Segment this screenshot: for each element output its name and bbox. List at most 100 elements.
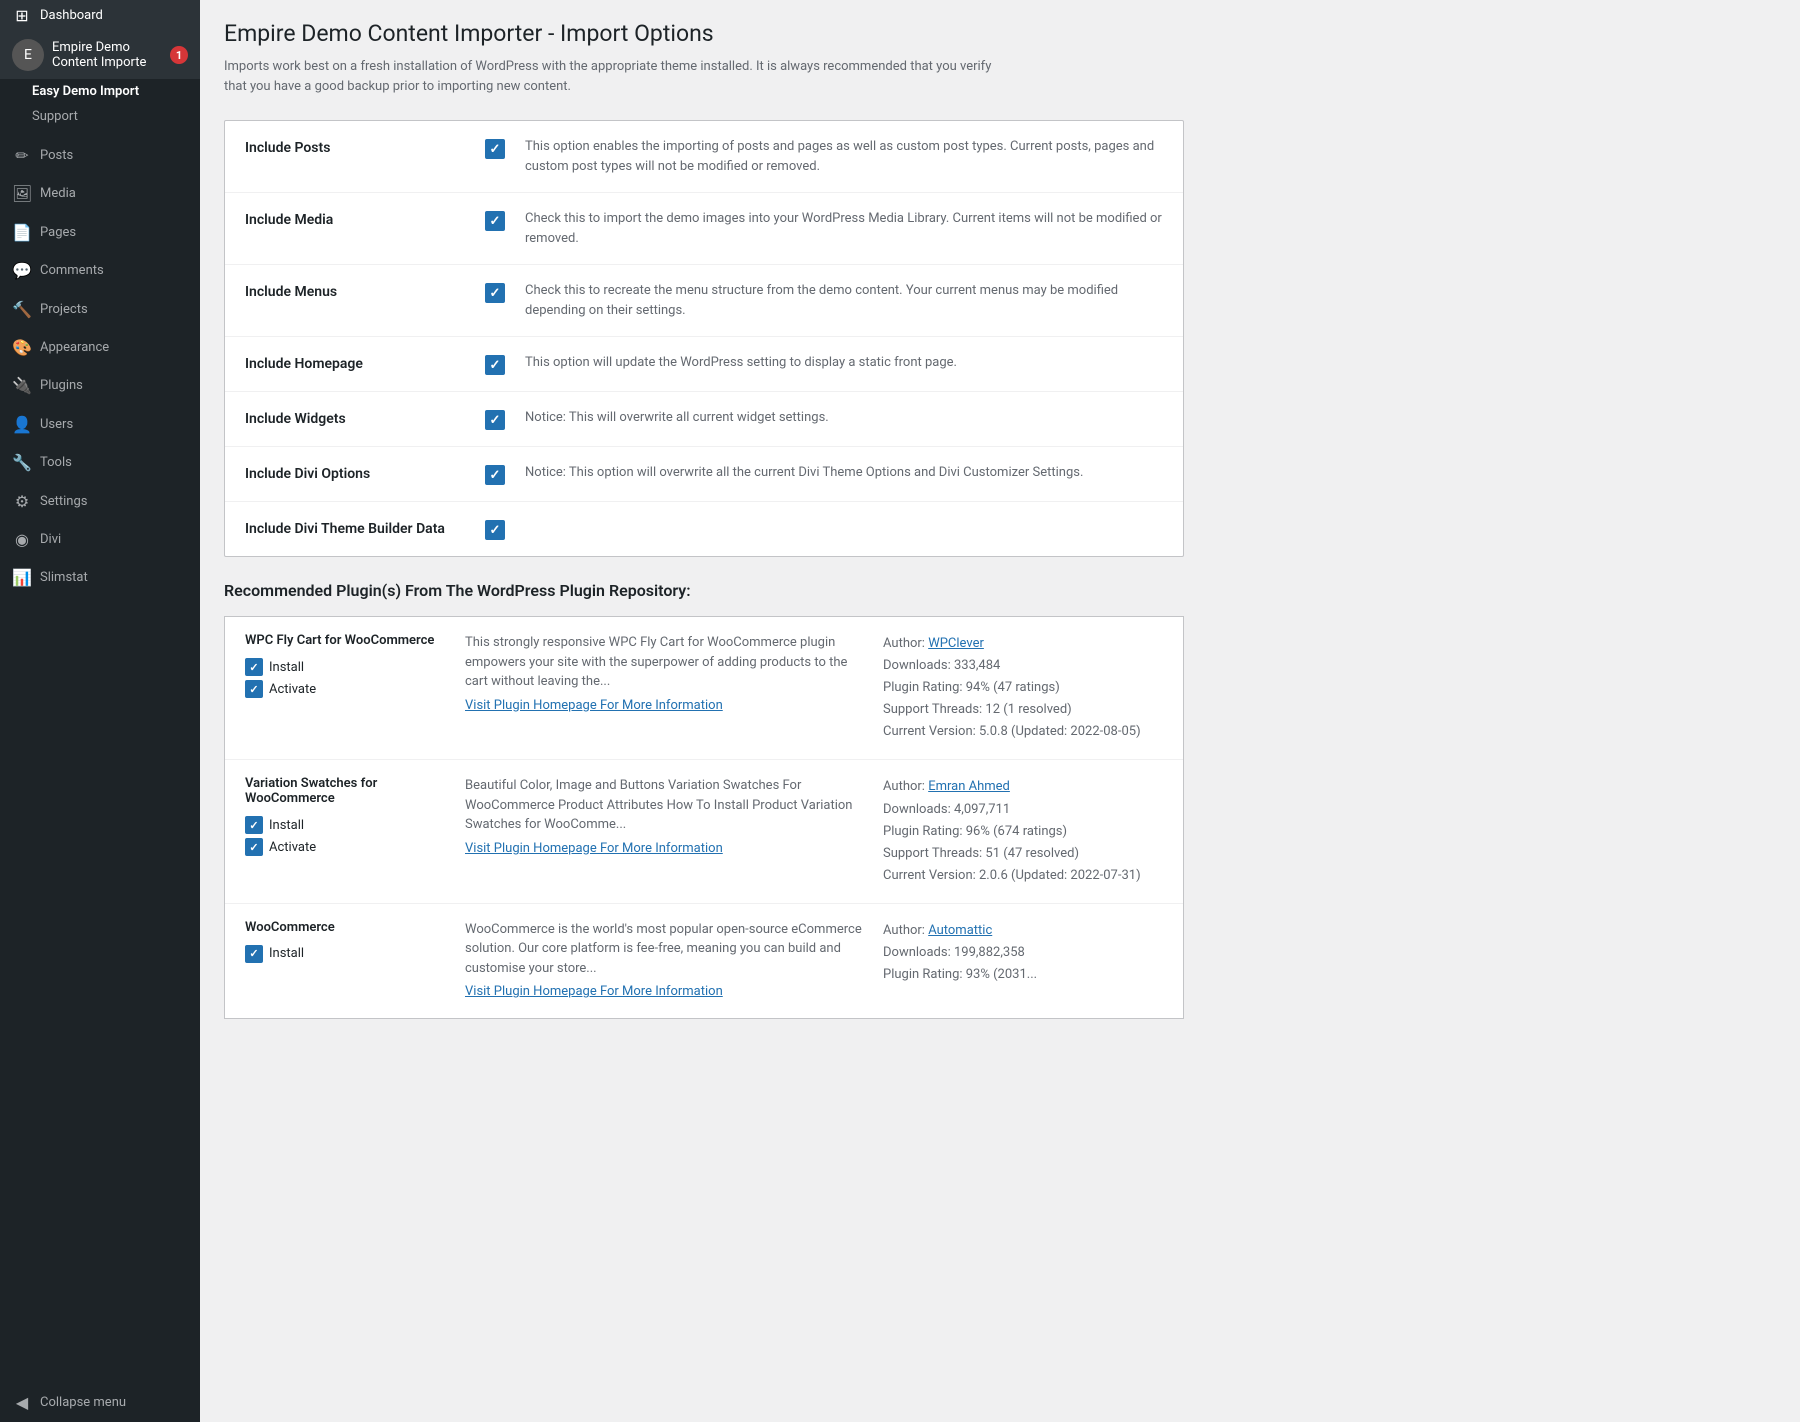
settings-icon: ⚙ — [12, 491, 32, 513]
media-icon: 🖼 — [12, 183, 32, 205]
sidebar-item-pages[interactable]: 📄 Pages — [0, 214, 200, 252]
include-media-checkbox-wrap — [485, 209, 505, 231]
include-divi-options-checkbox-wrap — [485, 463, 505, 485]
include-posts-checkbox-wrap — [485, 137, 505, 159]
sidebar-item-label: Pages — [40, 224, 76, 242]
sidebar-item-divi[interactable]: ◉ Divi — [0, 521, 200, 559]
sidebar-item-settings[interactable]: ⚙ Settings — [0, 483, 200, 521]
sidebar-item-label: Tools — [40, 454, 72, 472]
sidebar-subitem-support[interactable]: Support — [0, 104, 200, 129]
option-row-include-widgets: Include Widgets Notice: This will overwr… — [225, 392, 1183, 447]
sidebar-item-slimstat[interactable]: 📊 Slimstat — [0, 559, 200, 597]
plugin-swatches-activate-row: Activate — [245, 838, 445, 856]
include-homepage-label: Include Homepage — [245, 353, 465, 375]
include-posts-checkbox[interactable] — [485, 139, 505, 159]
empire-demo-avatar: E — [12, 39, 44, 71]
plugin-swatches-meta: Author: Emran Ahmed Downloads: 4,097,711… — [883, 776, 1163, 886]
option-row-include-homepage: Include Homepage This option will update… — [225, 337, 1183, 392]
sidebar-item-label: Dashboard — [40, 8, 103, 23]
plugin-woo-author-link[interactable]: Automattic — [928, 923, 992, 938]
easy-demo-import-label: Easy Demo Import — [32, 84, 139, 99]
plugin-wpc-install-row: Install — [245, 658, 445, 676]
plugins-table: WPC Fly Cart for WooCommerce Install Act… — [224, 616, 1184, 1019]
plugin-swatches-description: Beautiful Color, Image and Buttons Varia… — [465, 776, 863, 858]
plugin-wpc-author-link[interactable]: WPClever — [928, 636, 984, 651]
plugin-swatches-link[interactable]: Visit Plugin Homepage For More Informati… — [465, 839, 863, 859]
include-media-checkbox[interactable] — [485, 211, 505, 231]
plugin-swatches-install-checkbox[interactable] — [245, 816, 263, 834]
plugin-woo-install-checkbox[interactable] — [245, 945, 263, 963]
notification-badge: 1 — [170, 46, 188, 64]
sidebar-item-empire-label: Empire Demo Content Importe — [52, 40, 162, 70]
include-divi-theme-builder-label: Include Divi Theme Builder Data — [245, 518, 465, 540]
include-widgets-checkbox-wrap — [485, 408, 505, 430]
include-divi-options-checkbox[interactable] — [485, 465, 505, 485]
sidebar-item-collapse[interactable]: ◀ Collapse menu — [0, 1384, 200, 1422]
sidebar-item-label: Slimstat — [40, 569, 88, 587]
sidebar-item-label: Comments — [40, 262, 104, 280]
include-divi-options-description: Notice: This option will overwrite all t… — [525, 463, 1163, 483]
sidebar-item-label: Users — [40, 416, 73, 434]
plugin-woo-description: WooCommerce is the world's most popular … — [465, 920, 863, 1002]
pages-icon: 📄 — [12, 222, 32, 244]
plugin-wpc-activate-checkbox[interactable] — [245, 680, 263, 698]
include-homepage-checkbox-wrap — [485, 353, 505, 375]
plugin-wpc-link[interactable]: Visit Plugin Homepage For More Informati… — [465, 696, 863, 716]
include-divi-options-label: Include Divi Options — [245, 463, 465, 485]
option-row-include-media: Include Media Check this to import the d… — [225, 193, 1183, 265]
sidebar-item-media[interactable]: 🖼 Media — [0, 175, 200, 213]
include-widgets-checkbox[interactable] — [485, 410, 505, 430]
plugin-swatches-install-label: Install — [269, 818, 304, 833]
plugin-swatches-install-row: Install — [245, 816, 445, 834]
plugin-wpc-description: This strongly responsive WPC Fly Cart fo… — [465, 633, 863, 715]
import-options-table: Include Posts This option enables the im… — [224, 120, 1184, 557]
plugin-swatches-activate-checkbox[interactable] — [245, 838, 263, 856]
plugin-wpc-install-checkbox[interactable] — [245, 658, 263, 676]
users-icon: 👤 — [12, 414, 32, 436]
plugin-wpc-activate-label: Activate — [269, 682, 316, 697]
plugin-swatches-name: Variation Swatches for WooCommerce — [245, 776, 445, 806]
comments-icon: 💬 — [12, 260, 32, 282]
plugin-name-col-swatches: Variation Swatches for WooCommerce Insta… — [245, 776, 445, 860]
plugin-swatches-activate-label: Activate — [269, 840, 316, 855]
sidebar-item-tools[interactable]: 🔧 Tools — [0, 444, 200, 482]
page-title: Empire Demo Content Importer - Import Op… — [224, 20, 1776, 47]
plugin-woo-install-row: Install — [245, 945, 445, 963]
sidebar-item-users[interactable]: 👤 Users — [0, 406, 200, 444]
sidebar-item-posts[interactable]: ✏ Posts — [0, 137, 200, 175]
slimstat-icon: 📊 — [12, 567, 32, 589]
sidebar-subitem-easy-demo-import[interactable]: Easy Demo Import — [0, 79, 200, 104]
sidebar-item-plugins[interactable]: 🔌 Plugins — [0, 367, 200, 405]
sidebar-item-projects[interactable]: 🔨 Projects — [0, 291, 200, 329]
sidebar-item-dashboard[interactable]: ⊞ Dashboard — [0, 0, 200, 31]
sidebar-item-label: Settings — [40, 493, 87, 511]
include-menus-checkbox[interactable] — [485, 283, 505, 303]
plugin-swatches-author-link[interactable]: Emran Ahmed — [928, 779, 1010, 794]
sidebar-item-label: Divi — [40, 531, 61, 549]
plugin-row-variation-swatches: Variation Swatches for WooCommerce Insta… — [225, 760, 1183, 903]
sidebar-item-label: Posts — [40, 147, 73, 165]
include-menus-checkbox-wrap — [485, 281, 505, 303]
plugin-woo-link[interactable]: Visit Plugin Homepage For More Informati… — [465, 982, 863, 1002]
plugin-row-woocommerce: WooCommerce Install WooCommerce is the w… — [225, 904, 1183, 1018]
option-row-include-menus: Include Menus Check this to recreate the… — [225, 265, 1183, 337]
sidebar-item-appearance[interactable]: 🎨 Appearance — [0, 329, 200, 367]
include-divi-theme-builder-checkbox[interactable] — [485, 520, 505, 540]
dashboard-icon: ⊞ — [12, 6, 32, 25]
include-homepage-checkbox[interactable] — [485, 355, 505, 375]
projects-icon: 🔨 — [12, 299, 32, 321]
include-posts-description: This option enables the importing of pos… — [525, 137, 1163, 176]
sidebar-item-label: Collapse menu — [40, 1394, 126, 1412]
option-row-include-divi-options: Include Divi Options Notice: This option… — [225, 447, 1183, 502]
plugins-section-title: Recommended Plugin(s) From The WordPress… — [224, 581, 1776, 600]
sidebar-item-empire-demo[interactable]: E Empire Demo Content Importe 1 — [0, 31, 200, 79]
include-homepage-description: This option will update the WordPress se… — [525, 353, 1163, 373]
sidebar-item-label: Plugins — [40, 377, 83, 395]
appearance-icon: 🎨 — [12, 337, 32, 359]
plugin-woo-name: WooCommerce — [245, 920, 445, 935]
sidebar-item-label: Projects — [40, 301, 88, 319]
sidebar-item-comments[interactable]: 💬 Comments — [0, 252, 200, 290]
main-content: Empire Demo Content Importer - Import Op… — [200, 0, 1800, 1422]
collapse-icon: ◀ — [12, 1392, 32, 1414]
plugin-wpc-meta: Author: WPClever Downloads: 333,484 Plug… — [883, 633, 1163, 743]
